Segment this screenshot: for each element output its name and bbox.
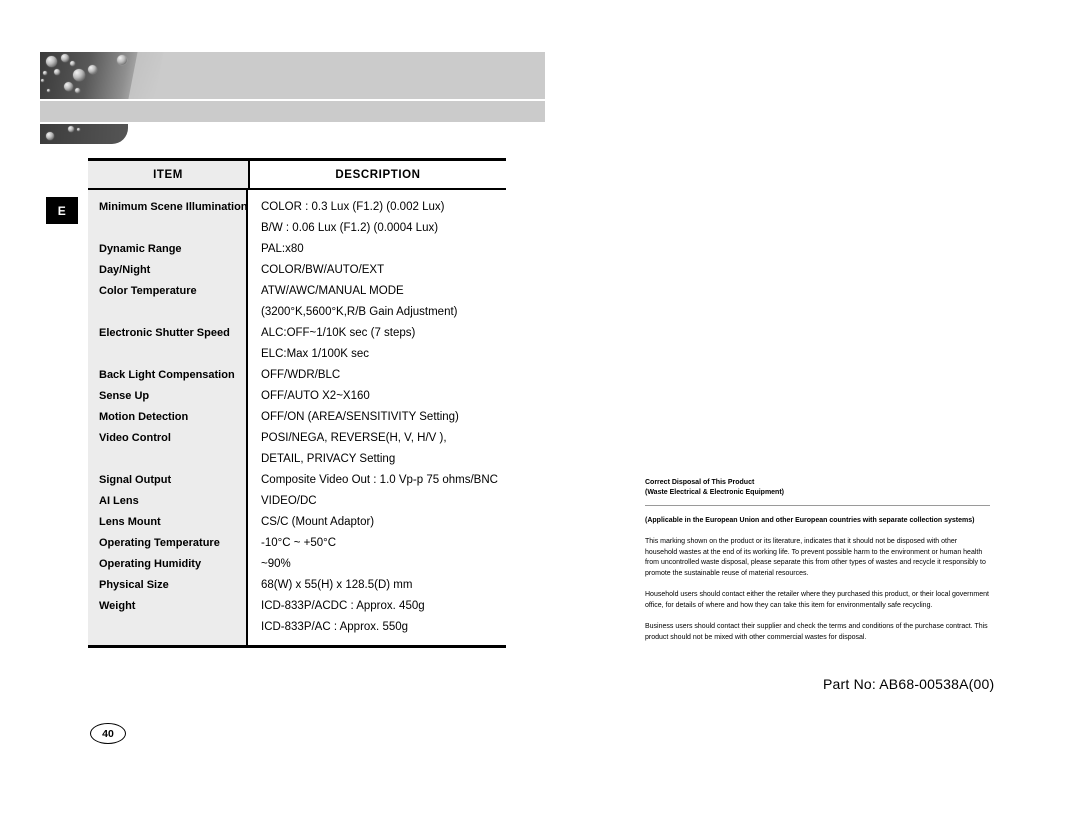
table-row: ELC:Max 1/100K sec bbox=[261, 348, 370, 360]
notice-title-line1: Correct Disposal of This Product bbox=[645, 479, 755, 486]
table-row: Signal Output bbox=[99, 474, 172, 486]
table-row: ATW/AWC/MANUAL MODE bbox=[261, 285, 404, 297]
column-header-description: DESCRIPTION bbox=[250, 161, 506, 188]
table-row: Physical Size bbox=[99, 579, 169, 591]
table-row: OFF/AUTO X2~X160 bbox=[261, 390, 370, 402]
table-body: Minimum Scene Illumination Dynamic Range… bbox=[88, 190, 506, 645]
table-row: -10°C ~ +50°C bbox=[261, 537, 337, 549]
table-row: Color Temperature bbox=[99, 285, 197, 297]
table-row: OFF/WDR/BLC bbox=[261, 369, 341, 381]
notice-title-line2: (Waste Electrical & Electronic Equipment… bbox=[645, 489, 784, 496]
table-row: 68(W) x 55(H) x 128.5(D) mm bbox=[261, 579, 413, 591]
notice-paragraph-2: Household users should contact either th… bbox=[645, 591, 989, 609]
table-row: Operating Temperature bbox=[99, 537, 220, 549]
table-row: ~90% bbox=[261, 558, 291, 570]
table-row: Composite Video Out : 1.0 Vp-p 75 ohms/B… bbox=[261, 474, 498, 486]
table-row: B/W : 0.06 Lux (F1.2) (0.0004 Lux) bbox=[261, 222, 439, 234]
bubble-icon bbox=[47, 89, 50, 92]
banner-dark-block bbox=[40, 52, 145, 99]
table-row bbox=[88, 617, 246, 638]
table-row bbox=[88, 218, 246, 239]
notice-divider bbox=[645, 505, 990, 506]
table-row: Dynamic Range bbox=[99, 243, 182, 255]
bubble-icon bbox=[61, 54, 69, 62]
table-row: Weight bbox=[99, 600, 136, 612]
table-row: Sense Up bbox=[99, 390, 150, 402]
table-row: POSI/NEGA, REVERSE(H, V, H/V ), bbox=[261, 432, 447, 444]
table-row bbox=[88, 344, 246, 365]
table-row: Back Light Compensation bbox=[99, 369, 235, 381]
bubble-icon bbox=[70, 61, 75, 66]
notice-applicability: (Applicable in the European Union and ot… bbox=[645, 517, 975, 524]
bubble-icon bbox=[77, 128, 80, 131]
page-number-badge: 40 bbox=[90, 723, 126, 744]
table-row: VIDEO/DC bbox=[261, 495, 317, 507]
specification-table: ITEM DESCRIPTION Minimum Scene Illuminat… bbox=[88, 158, 506, 648]
table-row: Day/Night bbox=[99, 264, 151, 276]
bubble-icon bbox=[64, 82, 73, 91]
banner-light-band-lower bbox=[40, 101, 545, 122]
table-row: OFF/ON (AREA/SENSITIVITY Setting) bbox=[261, 411, 459, 423]
bubble-icon bbox=[117, 55, 127, 65]
table-row: Motion Detection bbox=[99, 411, 189, 423]
table-row: Electronic Shutter Speed bbox=[99, 327, 230, 339]
table-row: ALC:OFF~1/10K sec (7 steps) bbox=[261, 327, 416, 339]
bubble-icon bbox=[73, 69, 85, 81]
disposal-notice: Correct Disposal of This Product (Waste … bbox=[645, 478, 990, 654]
column-header-item: ITEM bbox=[88, 161, 250, 188]
bubble-icon bbox=[68, 126, 74, 132]
table-row: Operating Humidity bbox=[99, 558, 202, 570]
notice-paragraph-1: This marking shown on the product or its… bbox=[645, 538, 986, 577]
table-row: ICD-833P/ACDC : Approx. 450g bbox=[261, 600, 425, 612]
table-header-row: ITEM DESCRIPTION bbox=[88, 161, 506, 190]
table-row: CS/C (Mount Adaptor) bbox=[261, 516, 375, 528]
table-row: DETAIL, PRIVACY Setting bbox=[261, 453, 396, 465]
bubble-icon bbox=[75, 88, 80, 93]
table-row: Video Control bbox=[99, 432, 171, 444]
part-number: Part No: AB68-00538A(00) bbox=[823, 676, 995, 692]
table-row bbox=[88, 449, 246, 470]
table-row: Minimum Scene Illumination bbox=[99, 201, 248, 213]
edition-marker: E bbox=[46, 197, 78, 224]
table-row: COLOR/BW/AUTO/EXT bbox=[261, 264, 385, 276]
bubble-icon bbox=[41, 79, 44, 82]
table-row: COLOR : 0.3 Lux (F1.2) (0.002 Lux) bbox=[261, 201, 445, 213]
table-row bbox=[88, 302, 246, 323]
bubble-icon bbox=[46, 132, 54, 140]
table-row: (3200°K,5600°K,R/B Gain Adjustment) bbox=[261, 306, 458, 318]
banner-dark-tab bbox=[40, 124, 128, 144]
table-row: AI Lens bbox=[99, 495, 139, 507]
description-column: COLOR : 0.3 Lux (F1.2) (0.002 Lux) B/W :… bbox=[248, 190, 506, 645]
notice-paragraph-3: Business users should contact their supp… bbox=[645, 623, 988, 641]
bubble-icon bbox=[43, 71, 47, 75]
table-row: Lens Mount bbox=[99, 516, 161, 528]
bubble-icon bbox=[46, 56, 57, 67]
table-row: PAL:x80 bbox=[261, 243, 304, 255]
bubble-icon bbox=[54, 69, 60, 75]
item-column: Minimum Scene Illumination Dynamic Range… bbox=[88, 190, 248, 645]
bubble-icon bbox=[88, 65, 97, 74]
table-row: ICD-833P/AC : Approx. 550g bbox=[261, 621, 409, 633]
header-banner bbox=[40, 52, 545, 144]
